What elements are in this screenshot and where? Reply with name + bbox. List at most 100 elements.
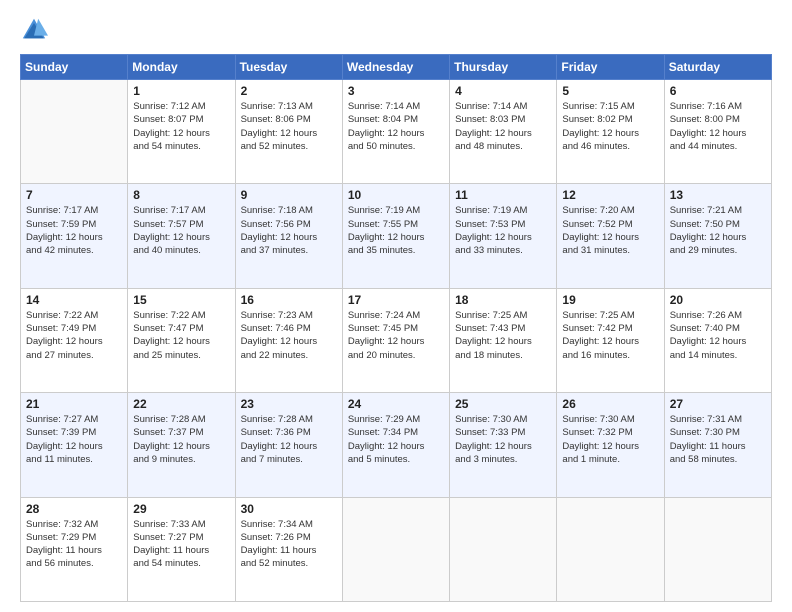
calendar-cell: 27 Sunrise: 7:31 AM Sunset: 7:30 PM Dayli… [664,393,771,497]
calendar-cell: 26 Sunrise: 7:30 AM Sunset: 7:32 PM Dayli… [557,393,664,497]
calendar-cell: 12Sunrise: 7:20 AM Sunset: 7:52 PM Dayli… [557,184,664,288]
calendar-cell: 19 Sunrise: 7:25 AM Sunset: 7:42 PM Dayli… [557,288,664,392]
day-info: Sunrise: 7:17 AM Sunset: 7:59 PM Dayligh… [26,204,122,257]
day-info: Sunrise: 7:28 AM Sunset: 7:37 PM Dayligh… [133,413,229,466]
day-info: Sunrise: 7:13 AM Sunset: 8:06 PM Dayligh… [241,100,337,153]
calendar-cell: 23 Sunrise: 7:28 AM Sunset: 7:36 PM Dayli… [235,393,342,497]
day-info: Sunrise: 7:25 AM Sunset: 7:42 PM Dayligh… [562,309,658,362]
day-info: Sunrise: 7:25 AM Sunset: 7:43 PM Dayligh… [455,309,551,362]
calendar-cell: 7 Sunrise: 7:17 AM Sunset: 7:59 PM Daylig… [21,184,128,288]
calendar-cell: 20 Sunrise: 7:26 AM Sunset: 7:40 PM Dayli… [664,288,771,392]
day-number: 5 [562,84,658,98]
calendar-week-row: 28 Sunrise: 7:32 AM Sunset: 7:29 PM Dayli… [21,497,772,601]
day-info: Sunrise: 7:14 AM Sunset: 8:03 PM Dayligh… [455,100,551,153]
col-wednesday: Wednesday [342,55,449,80]
logo-icon [20,16,48,44]
col-saturday: Saturday [664,55,771,80]
col-sunday: Sunday [21,55,128,80]
day-number: 7 [26,188,122,202]
calendar-week-row: 7 Sunrise: 7:17 AM Sunset: 7:59 PM Daylig… [21,184,772,288]
day-info: Sunrise: 7:24 AM Sunset: 7:45 PM Dayligh… [348,309,444,362]
col-friday: Friday [557,55,664,80]
day-number: 28 [26,502,122,516]
calendar-cell: 9 Sunrise: 7:18 AM Sunset: 7:56 PM Daylig… [235,184,342,288]
day-number: 16 [241,293,337,307]
calendar-header-row: Sunday Monday Tuesday Wednesday Thursday… [21,55,772,80]
day-number: 10 [348,188,444,202]
calendar-cell: 21 Sunrise: 7:27 AM Sunset: 7:39 PM Dayli… [21,393,128,497]
day-info: Sunrise: 7:28 AM Sunset: 7:36 PM Dayligh… [241,413,337,466]
calendar-cell: 24 Sunrise: 7:29 AM Sunset: 7:34 PM Dayli… [342,393,449,497]
day-number: 2 [241,84,337,98]
header [20,16,772,44]
day-number: 6 [670,84,766,98]
day-number: 8 [133,188,229,202]
day-info: Sunrise: 7:17 AM Sunset: 7:57 PM Dayligh… [133,204,229,257]
page: Sunday Monday Tuesday Wednesday Thursday… [0,0,792,612]
day-info: Sunrise: 7:30 AM Sunset: 7:32 PM Dayligh… [562,413,658,466]
day-number: 9 [241,188,337,202]
logo [20,16,52,44]
day-number: 24 [348,397,444,411]
day-number: 3 [348,84,444,98]
calendar-cell: 29Sunrise: 7:33 AM Sunset: 7:27 PM Dayli… [128,497,235,601]
day-info: Sunrise: 7:19 AM Sunset: 7:53 PM Dayligh… [455,204,551,257]
day-info: Sunrise: 7:30 AM Sunset: 7:33 PM Dayligh… [455,413,551,466]
calendar-cell: 28 Sunrise: 7:32 AM Sunset: 7:29 PM Dayli… [21,497,128,601]
calendar-week-row: 21 Sunrise: 7:27 AM Sunset: 7:39 PM Dayli… [21,393,772,497]
calendar-cell [557,497,664,601]
day-info: Sunrise: 7:22 AM Sunset: 7:47 PM Dayligh… [133,309,229,362]
day-info: Sunrise: 7:27 AM Sunset: 7:39 PM Dayligh… [26,413,122,466]
day-info: Sunrise: 7:32 AM Sunset: 7:29 PM Dayligh… [26,518,122,571]
day-number: 4 [455,84,551,98]
day-info: Sunrise: 7:19 AM Sunset: 7:55 PM Dayligh… [348,204,444,257]
day-info: Sunrise: 7:21 AM Sunset: 7:50 PM Dayligh… [670,204,766,257]
calendar-cell: 1 Sunrise: 7:12 AM Sunset: 8:07 PM Daylig… [128,80,235,184]
col-tuesday: Tuesday [235,55,342,80]
calendar-cell: 14Sunrise: 7:22 AM Sunset: 7:49 PM Dayli… [21,288,128,392]
day-info: Sunrise: 7:31 AM Sunset: 7:30 PM Dayligh… [670,413,766,466]
day-info: Sunrise: 7:29 AM Sunset: 7:34 PM Dayligh… [348,413,444,466]
day-number: 29 [133,502,229,516]
day-number: 12 [562,188,658,202]
calendar-cell: 22Sunrise: 7:28 AM Sunset: 7:37 PM Dayli… [128,393,235,497]
day-info: Sunrise: 7:12 AM Sunset: 8:07 PM Dayligh… [133,100,229,153]
day-number: 1 [133,84,229,98]
day-number: 20 [670,293,766,307]
calendar-cell: 15 Sunrise: 7:22 AM Sunset: 7:47 PM Dayli… [128,288,235,392]
calendar-cell [21,80,128,184]
day-info: Sunrise: 7:14 AM Sunset: 8:04 PM Dayligh… [348,100,444,153]
day-info: Sunrise: 7:18 AM Sunset: 7:56 PM Dayligh… [241,204,337,257]
calendar-cell: 4 Sunrise: 7:14 AM Sunset: 8:03 PM Daylig… [450,80,557,184]
day-number: 19 [562,293,658,307]
calendar-cell [450,497,557,601]
day-info: Sunrise: 7:15 AM Sunset: 8:02 PM Dayligh… [562,100,658,153]
calendar-cell: 11 Sunrise: 7:19 AM Sunset: 7:53 PM Dayli… [450,184,557,288]
calendar-table: Sunday Monday Tuesday Wednesday Thursday… [20,54,772,602]
calendar-cell: 25Sunrise: 7:30 AM Sunset: 7:33 PM Dayli… [450,393,557,497]
calendar-cell [664,497,771,601]
day-number: 30 [241,502,337,516]
day-number: 26 [562,397,658,411]
day-info: Sunrise: 7:34 AM Sunset: 7:26 PM Dayligh… [241,518,337,571]
calendar-week-row: 14Sunrise: 7:22 AM Sunset: 7:49 PM Dayli… [21,288,772,392]
day-number: 18 [455,293,551,307]
day-number: 27 [670,397,766,411]
day-number: 11 [455,188,551,202]
day-info: Sunrise: 7:26 AM Sunset: 7:40 PM Dayligh… [670,309,766,362]
day-info: Sunrise: 7:22 AM Sunset: 7:49 PM Dayligh… [26,309,122,362]
day-number: 23 [241,397,337,411]
day-number: 15 [133,293,229,307]
calendar-cell [342,497,449,601]
calendar-cell: 3 Sunrise: 7:14 AM Sunset: 8:04 PM Daylig… [342,80,449,184]
calendar-cell: 10 Sunrise: 7:19 AM Sunset: 7:55 PM Dayli… [342,184,449,288]
calendar-cell: 8 Sunrise: 7:17 AM Sunset: 7:57 PM Daylig… [128,184,235,288]
col-thursday: Thursday [450,55,557,80]
day-number: 13 [670,188,766,202]
calendar-week-row: 1 Sunrise: 7:12 AM Sunset: 8:07 PM Daylig… [21,80,772,184]
calendar-cell: 18 Sunrise: 7:25 AM Sunset: 7:43 PM Dayli… [450,288,557,392]
calendar-cell: 16Sunrise: 7:23 AM Sunset: 7:46 PM Dayli… [235,288,342,392]
day-number: 21 [26,397,122,411]
calendar-cell: 13 Sunrise: 7:21 AM Sunset: 7:50 PM Dayli… [664,184,771,288]
calendar-cell: 5 Sunrise: 7:15 AM Sunset: 8:02 PM Daylig… [557,80,664,184]
